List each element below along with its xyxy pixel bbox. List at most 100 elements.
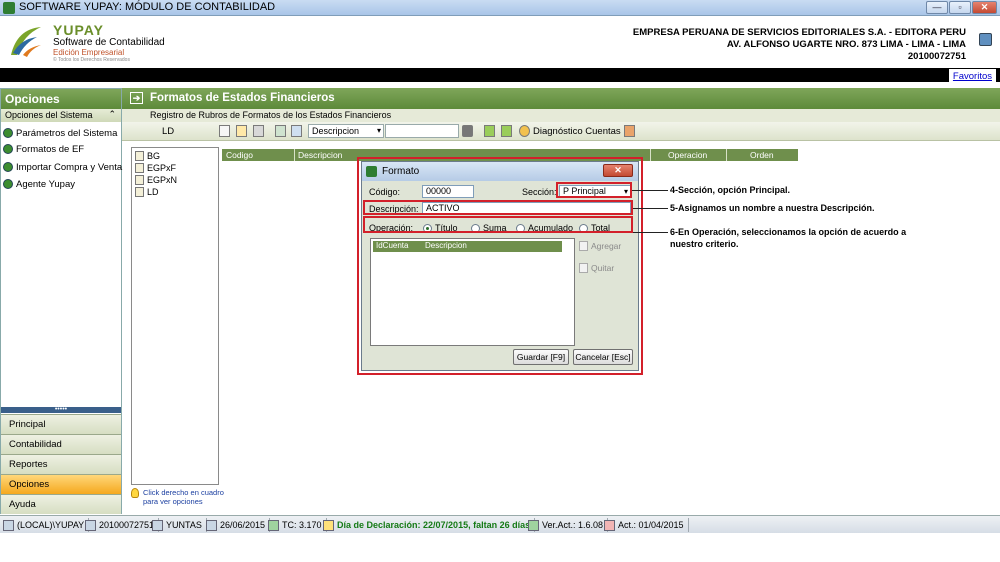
title-bar: SOFTWARE YUPAY: MÓDULO DE CONTABILIDAD —… bbox=[0, 0, 1000, 16]
annotation-6: 6-En Operación, seleccionamos la opción … bbox=[670, 226, 906, 250]
maximize-button[interactable]: ▫ bbox=[949, 1, 971, 14]
sidebar-section-header[interactable]: Opciones del Sistema ⌃ bbox=[1, 109, 121, 122]
arrow-up-icon[interactable] bbox=[484, 125, 495, 137]
company-ruc: 20100072751 bbox=[907, 51, 966, 62]
arrow-down-icon[interactable] bbox=[501, 125, 512, 137]
callout-line bbox=[633, 208, 668, 209]
toolbar: LD Descripcion ▾ Diagnóstico Cuentas bbox=[122, 122, 1000, 141]
status-act-date: Act.: 01/04/2015 bbox=[604, 518, 689, 532]
logo-title: YUPAY bbox=[53, 22, 104, 38]
annotation-6-line-1: 6-En Operación, seleccionamos la opción … bbox=[670, 227, 907, 237]
sidebar-item-formatos-ef[interactable]: Formatos de EF bbox=[3, 142, 84, 156]
app-header: YUPAY Software de Contabilidad Edición E… bbox=[0, 17, 1000, 67]
calendar-icon bbox=[206, 519, 217, 531]
tree-item-label: BG bbox=[147, 151, 161, 161]
database-icon bbox=[3, 519, 14, 531]
status-declaracion: Día de Declaración: 22/07/2015, faltan 2… bbox=[323, 518, 536, 532]
network-icon[interactable] bbox=[979, 33, 992, 46]
arrow-circle-icon bbox=[3, 162, 13, 172]
document-icon bbox=[135, 151, 144, 161]
descripcion-highlight bbox=[363, 200, 633, 215]
sidebar-item-label: Parámetros del Sistema bbox=[16, 127, 118, 139]
user-icon bbox=[152, 519, 163, 531]
column-separator bbox=[650, 149, 651, 161]
search-field-select[interactable]: Descripcion ▾ bbox=[308, 124, 384, 138]
copy-icon[interactable] bbox=[275, 125, 286, 137]
status-date: 26/06/2015 bbox=[206, 518, 271, 532]
page-subtitle: Registro de Rubros de Formatos de los Es… bbox=[122, 109, 1000, 122]
arrow-circle-icon bbox=[3, 179, 13, 189]
format-tree[interactable]: BG EGPxF EGPxN LD bbox=[131, 147, 219, 485]
delete-icon[interactable] bbox=[253, 125, 264, 137]
document-icon bbox=[135, 163, 144, 173]
status-tc: TC: 3.170 bbox=[268, 518, 327, 532]
dollar-icon bbox=[268, 519, 279, 531]
sidebar-item-label: Agente Yupay bbox=[16, 178, 75, 190]
check-icon bbox=[528, 519, 539, 531]
annotation-6-line-2: nuestro criterio. bbox=[670, 239, 739, 249]
annotation-4: 4-Sección, opción Principal. bbox=[670, 185, 791, 195]
menu-strip bbox=[0, 68, 1000, 82]
tree-item[interactable]: BG bbox=[135, 150, 160, 162]
app-window: SOFTWARE YUPAY: MÓDULO DE CONTABILIDAD —… bbox=[0, 0, 1000, 562]
callout-line bbox=[633, 232, 668, 233]
status-bar: (LOCAL)\YUPAY 20100072751 YUNTAS 26/06/2… bbox=[0, 515, 1000, 533]
app-icon bbox=[3, 2, 15, 14]
page-title-bar: ➔ Formatos de Estados Financieros bbox=[122, 88, 1000, 109]
logo-subtitle: Software de Contabilidad bbox=[53, 37, 165, 48]
favorites-container: Favoritos bbox=[948, 69, 996, 85]
sidebar-item-importar[interactable]: Importar Compra y Venta bbox=[3, 160, 122, 174]
arrow-circle-icon bbox=[3, 144, 13, 154]
favorites-link[interactable]: Favoritos bbox=[953, 71, 992, 82]
company-name: EMPRESA PERUANA DE SERVICIOS EDITORIALES… bbox=[632, 27, 966, 38]
nav-reportes[interactable]: Reportes bbox=[1, 454, 121, 474]
nav-opciones[interactable]: Opciones bbox=[1, 474, 121, 494]
nav-principal[interactable]: Principal bbox=[1, 414, 121, 434]
annotation-5: 5-Asignamos un nombre a nuestra Descripc… bbox=[670, 203, 875, 213]
search-input[interactable] bbox=[385, 124, 459, 138]
col-codigo[interactable]: Codigo bbox=[226, 150, 253, 160]
col-descripcion[interactable]: Descripcion bbox=[298, 150, 342, 160]
nav-contabilidad[interactable]: Contabilidad bbox=[1, 434, 121, 454]
seccion-highlight bbox=[556, 182, 632, 198]
exit-icon[interactable] bbox=[624, 125, 635, 137]
collapse-icon[interactable]: ⌃ bbox=[108, 109, 116, 120]
splitter-grip[interactable]: ••••• bbox=[1, 406, 121, 413]
company-address: AV. ALFONSO UGARTE NRO. 873 LIMA - LIMA … bbox=[726, 39, 966, 50]
new-document-icon[interactable] bbox=[219, 125, 230, 137]
diagnostic-button[interactable]: Diagnóstico Cuentas bbox=[533, 126, 621, 137]
col-operacion[interactable]: Operacion bbox=[668, 150, 707, 160]
sidebar-title: Opciones bbox=[1, 89, 121, 109]
logo-rights: © Todos los Derechos Reservados bbox=[53, 57, 130, 63]
col-orden[interactable]: Orden bbox=[750, 150, 774, 160]
tree-item[interactable]: EGPxF bbox=[135, 162, 176, 174]
diagnostic-icon[interactable] bbox=[519, 125, 530, 137]
sidebar-section-label: Opciones del Sistema bbox=[5, 110, 93, 120]
operacion-highlight bbox=[363, 216, 633, 233]
sidebar: Opciones Opciones del Sistema ⌃ Parámetr… bbox=[0, 88, 122, 514]
status-server: (LOCAL)\YUPAY bbox=[3, 518, 90, 532]
nav-ayuda[interactable]: Ayuda bbox=[1, 494, 121, 514]
sidebar-item-label: Formatos de EF bbox=[16, 143, 85, 155]
sidebar-item-agente[interactable]: Agente Yupay bbox=[3, 177, 75, 191]
edit-icon[interactable] bbox=[236, 125, 247, 137]
export-icon[interactable] bbox=[291, 125, 302, 137]
arrow-circle-icon bbox=[3, 128, 13, 138]
column-separator bbox=[726, 149, 727, 161]
document-icon bbox=[135, 175, 144, 185]
tree-item-label: EGPxN bbox=[147, 175, 178, 185]
status-user: YUNTAS bbox=[152, 518, 207, 532]
tree-item-label: EGPxF bbox=[147, 163, 177, 173]
tree-item[interactable]: LD bbox=[135, 186, 159, 198]
binoculars-icon[interactable] bbox=[462, 125, 473, 137]
status-version: Ver.Act.: 1.6.08 bbox=[528, 518, 609, 532]
close-button[interactable]: ✕ bbox=[972, 1, 997, 14]
document-icon bbox=[135, 187, 144, 197]
window-title: SOFTWARE YUPAY: MÓDULO DE CONTABILIDAD bbox=[19, 1, 276, 13]
building-icon bbox=[85, 519, 96, 531]
sidebar-item-parametros[interactable]: Parámetros del Sistema bbox=[3, 126, 117, 140]
minimize-button[interactable]: — bbox=[926, 1, 948, 14]
tree-item[interactable]: EGPxN bbox=[135, 174, 177, 186]
chevron-down-icon: ▾ bbox=[376, 126, 381, 135]
column-separator bbox=[294, 149, 295, 161]
